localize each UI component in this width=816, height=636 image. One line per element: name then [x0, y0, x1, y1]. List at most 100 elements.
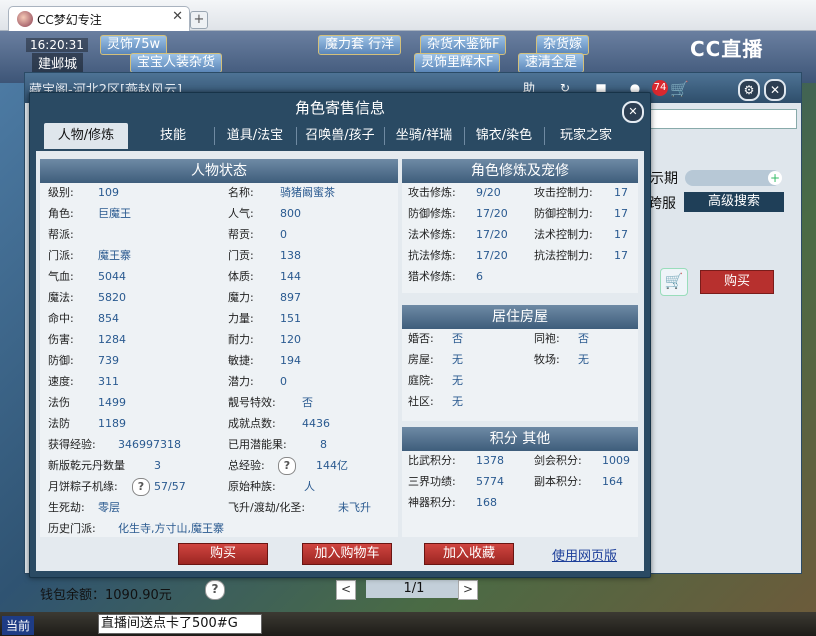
add-to-cart-button[interactable]: 加入购物车: [302, 543, 392, 565]
cultivation-label: 攻击修炼:: [408, 186, 456, 199]
date-filter[interactable]: [685, 170, 781, 186]
status-left-label: 法防: [48, 417, 70, 430]
status-right-label: 力量:: [228, 312, 254, 325]
new-tab-button[interactable]: +: [190, 11, 208, 29]
stall-sign[interactable]: 杂货木鉴饰F: [420, 35, 507, 55]
cultivation-value: 6: [476, 270, 483, 283]
show-date-label: 示期: [650, 171, 678, 187]
cart-icon[interactable]: 🛒: [660, 268, 688, 296]
help-icon-glyph: ?: [278, 457, 296, 475]
browser-tab[interactable]: CC梦幻专注 ✕: [8, 6, 190, 31]
status-left-label: 魔法:: [48, 291, 74, 304]
status-right-label: 魔力:: [228, 291, 254, 304]
buy-button[interactable]: 购买: [178, 543, 268, 565]
tab-separator: [544, 127, 545, 145]
score-label: 三界功绩:: [408, 475, 456, 488]
used-fruit-label: 已用潜能果:: [228, 438, 287, 451]
mooncake-label: 月饼粽子机缘:: [48, 480, 118, 493]
close-icon[interactable]: ✕: [764, 79, 786, 101]
plus-icon[interactable]: +: [768, 171, 782, 185]
tab-skills[interactable]: 技能: [134, 123, 212, 149]
score-value: 1009: [602, 454, 630, 467]
tab-title: CC梦幻专注: [37, 13, 102, 27]
status-right-label: 门贡:: [228, 249, 254, 262]
tab-separator: [384, 127, 385, 145]
help-icon[interactable]: ?: [205, 580, 225, 600]
status-left-label: 速度:: [48, 375, 74, 388]
status-left-label: 气血:: [48, 270, 74, 283]
cultivation-value: 17: [614, 249, 628, 262]
cultivation-label: 猎术修炼:: [408, 270, 456, 283]
tab-separator: [296, 127, 297, 145]
status-right-value: 120: [280, 333, 301, 346]
stall-sign[interactable]: 灵饰里辉木F: [414, 53, 501, 73]
status-left-label: 防御:: [48, 354, 74, 367]
score-label: 副本积分:: [534, 475, 582, 488]
chat-input[interactable]: 直播间送点卡了500#G: [98, 614, 262, 634]
help-icon-glyph: ?: [132, 478, 150, 496]
cultivation-label: 防御控制力:: [534, 207, 593, 220]
home-label: 牧场:: [534, 353, 560, 366]
stall-sign[interactable]: 速清全是: [518, 53, 585, 73]
cultivation-value: 17: [614, 228, 628, 241]
status-right-value: 144: [280, 270, 301, 283]
tab-items[interactable]: 道具/法宝: [216, 123, 294, 149]
status-left-label: 帮派:: [48, 228, 74, 241]
status-left-label: 伤害:: [48, 333, 74, 346]
status-left-value: 311: [98, 375, 119, 388]
web-version-link[interactable]: 使用网页版: [552, 545, 617, 564]
shengsijie-label: 生死劫:: [48, 501, 85, 514]
tab-mounts[interactable]: 坐骑/祥瑞: [386, 123, 462, 149]
status-left-value: 5044: [98, 270, 126, 283]
status-header: 人物状态: [40, 159, 398, 183]
prev-page-button[interactable]: <: [336, 580, 356, 600]
stall-sign[interactable]: 魔力套 行洋: [318, 35, 402, 55]
status-left-label: 门派:: [48, 249, 74, 262]
home-value: 无: [452, 374, 463, 387]
status-right-label: 敏捷:: [228, 354, 254, 367]
tab-separator: [214, 127, 215, 145]
status-right-value: 4436: [302, 417, 330, 430]
cultivation-label: 攻击控制力:: [534, 186, 593, 199]
race-value: 人: [304, 480, 315, 493]
add-favorite-button[interactable]: 加入收藏: [424, 543, 514, 565]
tab-summons[interactable]: 召唤兽/孩子: [298, 123, 382, 149]
cart-icon[interactable]: 🛒: [670, 80, 689, 98]
score-value: 168: [476, 496, 497, 509]
next-page-button[interactable]: >: [458, 580, 478, 600]
tab-outfits[interactable]: 锦衣/染色: [466, 123, 542, 149]
chat-channel[interactable]: 当前: [2, 616, 35, 635]
status-right-value: 0: [280, 228, 287, 241]
home-value: 否: [452, 332, 463, 345]
home-value: 无: [452, 353, 463, 366]
stall-sign[interactable]: 灵饰75w: [100, 35, 168, 55]
help-icon[interactable]: ?: [132, 477, 150, 497]
tab-close-icon[interactable]: ✕: [172, 9, 183, 24]
advanced-search-button[interactable]: 高级搜索: [684, 192, 784, 212]
buy-button[interactable]: 购买: [700, 270, 774, 294]
status-right-label: 名称:: [228, 186, 254, 199]
home-header: 居住房屋: [402, 305, 638, 329]
home-value: 无: [578, 353, 589, 366]
search-input[interactable]: [645, 109, 797, 129]
dialog-close-icon[interactable]: ✕: [622, 101, 644, 123]
stall-sign[interactable]: 杂货嫁: [536, 35, 590, 55]
status-left-value: 739: [98, 354, 119, 367]
cultivation-label: 法术控制力:: [534, 228, 593, 241]
qianyuan-label: 新版乾元丹数量: [48, 459, 125, 472]
status-left-value: 5820: [98, 291, 126, 304]
help-icon[interactable]: ?: [278, 456, 296, 476]
cc-live-logo: CC直播: [690, 37, 764, 61]
home-label: 社区:: [408, 395, 434, 408]
status-right-label: 潜力:: [228, 375, 254, 388]
history-school-label: 历史门派:: [48, 522, 96, 535]
stall-sign[interactable]: 宝宝人装杂货: [130, 53, 223, 73]
cultivation-label: 法术修炼:: [408, 228, 456, 241]
status-left-value: 巨魔王: [98, 207, 131, 220]
tab-character[interactable]: 人物/修炼: [44, 123, 128, 149]
score-value: 1378: [476, 454, 504, 467]
status-right-value: 151: [280, 312, 301, 325]
tab-player-home[interactable]: 玩家之家: [546, 123, 626, 149]
gear-icon[interactable]: ⚙: [738, 79, 760, 101]
status-right-label: 耐力:: [228, 333, 254, 346]
